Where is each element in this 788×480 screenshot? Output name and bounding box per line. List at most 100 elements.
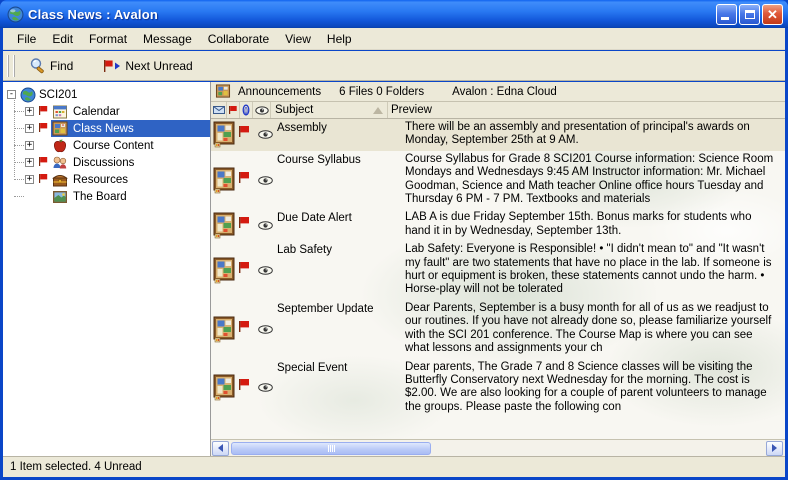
next-unread-button[interactable]: Next Unread [95, 56, 200, 76]
envelope-icon [213, 106, 225, 114]
preview-column-header[interactable]: Preview [388, 102, 785, 118]
attachment-column-header[interactable] [240, 102, 253, 118]
horizontal-scrollbar[interactable] [211, 439, 785, 456]
viewed-column-header[interactable] [253, 102, 271, 118]
scrollbar-thumb[interactable] [231, 442, 431, 455]
viewed-eye-icon [258, 209, 275, 241]
discussions-icon [52, 155, 69, 171]
viewed-eye-icon [258, 151, 275, 210]
menu-file[interactable]: File [9, 30, 44, 48]
scroll-right-arrow-icon[interactable] [766, 441, 783, 456]
message-list: Assembly There will be an assembly and p… [211, 119, 785, 439]
search-icon [29, 57, 46, 74]
bulletin-message-icon [213, 121, 237, 148]
bulletin-message-icon [213, 257, 237, 284]
message-preview: Dear parents, The Grade 7 and 8 Science … [388, 359, 785, 418]
message-row-lab-safety[interactable]: Lab Safety Lab Safety: Everyone is Respo… [211, 241, 785, 300]
sidebar-item-sci201[interactable]: - SCI201 [3, 86, 210, 103]
title-bar[interactable]: Class News : Avalon ✕ [0, 0, 788, 28]
menu-collaborate[interactable]: Collaborate [200, 30, 277, 48]
menu-help[interactable]: Help [319, 30, 360, 48]
subject-column-label: Subject [275, 104, 313, 116]
expand-icon[interactable]: + [25, 175, 34, 184]
find-button[interactable]: Find [21, 54, 81, 77]
message-row-due-date-alert[interactable]: Due Date Alert LAB A is due Friday Septe… [211, 209, 785, 241]
message-preview: LAB A is due Friday September 15th. Bonu… [388, 209, 785, 241]
message-subject: Due Date Alert [275, 209, 388, 241]
envelope-column-header[interactable] [211, 102, 227, 118]
sidebar-item-label: Calendar [71, 106, 122, 118]
expand-icon[interactable]: + [25, 141, 34, 150]
viewed-eye-icon [258, 241, 275, 300]
menu-message[interactable]: Message [135, 30, 200, 48]
bulletin-message-icon [213, 212, 237, 239]
sidebar-item-calendar[interactable]: + Calendar [3, 103, 210, 120]
bulletin-message-icon [213, 167, 237, 194]
flag-icon [228, 105, 238, 115]
sidebar-tree: - SCI201 + Calendar + Class News [3, 82, 211, 456]
globe-app-icon [7, 6, 24, 23]
expand-icon[interactable]: + [25, 107, 34, 116]
unread-flag-icon [38, 156, 50, 170]
message-row-assembly[interactable]: Assembly There will be an assembly and p… [211, 119, 785, 151]
unread-flag-icon [238, 125, 251, 138]
menu-edit[interactable]: Edit [44, 30, 81, 48]
sidebar-item-discussions[interactable]: + Discussions [3, 154, 210, 171]
next-unread-label: Next Unread [125, 59, 192, 73]
maximize-button-icon[interactable] [739, 4, 760, 25]
scroll-left-arrow-icon[interactable] [212, 441, 229, 456]
sidebar-item-resources[interactable]: + Resources [3, 171, 210, 188]
subject-column-header[interactable]: Subject [271, 102, 388, 118]
unread-flag-icon [238, 378, 251, 391]
message-preview: Dear Parents, September is a busy month … [388, 300, 785, 359]
unread-flag-icon [38, 105, 50, 119]
app-window: Class News : Avalon ✕ File Edit Format M… [0, 0, 788, 480]
sidebar-item-the-board[interactable]: The Board [3, 188, 210, 205]
viewed-eye-icon [258, 119, 275, 151]
minimize-button-icon[interactable] [716, 4, 737, 25]
sidebar-item-course-content[interactable]: + Course Content [3, 137, 210, 154]
message-preview: Course Syllabus for Grade 8 SCI201 Cours… [388, 151, 785, 210]
bulletin-message-icon [213, 316, 237, 343]
sidebar-item-class-news[interactable]: + Class News [3, 120, 210, 137]
unread-flag-icon [238, 171, 251, 184]
unread-flag-icon [238, 216, 251, 229]
message-row-course-syllabus[interactable]: Course Syllabus Course Syllabus for Grad… [211, 151, 785, 210]
account-name: Avalon : Edna Cloud [452, 86, 557, 98]
flag-column-header[interactable] [227, 102, 240, 118]
unread-flag-icon [238, 261, 251, 274]
viewed-eye-icon [258, 359, 275, 418]
announcements-icon [215, 84, 231, 99]
expand-icon[interactable]: + [25, 158, 34, 167]
sidebar-item-label: SCI201 [39, 89, 77, 101]
course-content-icon [52, 138, 69, 154]
sidebar-item-label: Resources [71, 174, 130, 186]
message-subject: Lab Safety [275, 241, 388, 300]
message-row-special-event[interactable]: Special Event Dear parents, The Grade 7 … [211, 359, 785, 418]
bulletin-message-icon [213, 374, 237, 401]
eye-icon [255, 106, 269, 115]
class-news-icon [52, 121, 69, 137]
find-label: Find [50, 59, 73, 73]
conference-title: Announcements [238, 86, 321, 98]
window-title: Class News : Avalon [28, 7, 716, 22]
content-panel: Announcements 6 Files 0 Folders Avalon :… [211, 82, 785, 456]
paperclip-icon [242, 104, 250, 116]
conference-info-bar: Announcements 6 Files 0 Folders Avalon :… [211, 82, 785, 102]
unread-flag-icon [238, 320, 251, 333]
menu-view[interactable]: View [277, 30, 319, 48]
toolbar-grip[interactable] [7, 55, 15, 77]
menu-format[interactable]: Format [81, 30, 135, 48]
globe-icon [20, 87, 37, 103]
unread-flag-icon [38, 173, 50, 187]
sidebar-item-label: Course Content [71, 140, 156, 152]
sidebar-item-label: Discussions [71, 157, 136, 169]
column-header-row: Subject Preview [211, 102, 785, 119]
message-preview: Lab Safety: Everyone is Responsible! • "… [388, 241, 785, 300]
sidebar-item-label: The Board [71, 191, 129, 203]
close-button-icon[interactable]: ✕ [762, 4, 783, 25]
message-row-september-update[interactable]: September Update Dear Parents, September… [211, 300, 785, 359]
expand-icon[interactable]: + [25, 124, 34, 133]
sort-ascending-icon [373, 107, 383, 114]
message-subject: September Update [275, 300, 388, 359]
